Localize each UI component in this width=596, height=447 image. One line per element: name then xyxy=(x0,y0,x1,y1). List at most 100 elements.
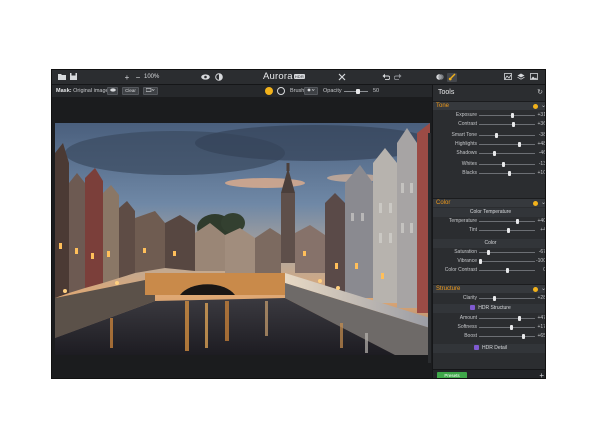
zoom-in-button[interactable]: + xyxy=(123,73,131,82)
undo-icon[interactable] xyxy=(381,73,390,82)
section-color-toggle[interactable] xyxy=(533,201,538,206)
presets-button[interactable]: Presets xyxy=(437,372,467,378)
slider-value[interactable]: +4 xyxy=(540,227,545,234)
slider-value[interactable]: -38 xyxy=(539,132,545,139)
slider-value[interactable]: -67 xyxy=(539,249,545,256)
slider-knob[interactable] xyxy=(511,122,515,127)
save-icon[interactable] xyxy=(69,73,78,82)
slider-track[interactable] xyxy=(479,261,535,262)
slider-knob[interactable] xyxy=(479,259,482,264)
clear-mask-button[interactable]: Clear xyxy=(122,87,139,95)
slider-value[interactable]: +65 xyxy=(538,333,545,340)
zoom-level[interactable]: 100% xyxy=(144,73,159,82)
layers-tool-icon[interactable] xyxy=(435,73,445,82)
slider-knob[interactable] xyxy=(509,325,513,330)
slider-knob[interactable] xyxy=(495,133,499,138)
hdr-structure-header[interactable]: HDR Structure xyxy=(433,304,545,313)
brush-paint-toggle[interactable] xyxy=(265,87,273,95)
slider-row[interactable]: Saturation -67 xyxy=(433,248,545,257)
slider-value[interactable]: +31 xyxy=(538,112,545,119)
add-tool-button[interactable]: + xyxy=(539,371,544,378)
image-canvas[interactable] xyxy=(52,97,432,378)
slider-row[interactable]: Tint +4 xyxy=(433,226,545,235)
slider-row[interactable]: Exposure +31 xyxy=(433,111,545,120)
section-color[interactable]: Color ⌄ xyxy=(433,198,545,208)
slider-value[interactable]: +47 xyxy=(538,315,545,322)
slider-row[interactable]: Smart Tone -38 xyxy=(433,131,545,140)
chevron-down-icon[interactable]: ⌄ xyxy=(541,102,545,111)
slider-knob[interactable] xyxy=(501,162,505,167)
slider-track[interactable] xyxy=(479,124,535,125)
slider-track[interactable] xyxy=(479,298,535,299)
zoom-out-button[interactable]: − xyxy=(134,73,142,82)
slider-row[interactable]: Shadows -46 xyxy=(433,149,545,158)
slider-value[interactable]: +10 xyxy=(538,170,545,177)
hdr-detail-header[interactable]: HDR Detail xyxy=(433,344,545,353)
slider-value[interactable]: +28 xyxy=(538,295,545,302)
slider-track[interactable] xyxy=(479,336,535,337)
opacity-slider-knob[interactable] xyxy=(356,89,360,94)
hdr-detail-toggle-icon[interactable] xyxy=(473,345,479,351)
slider-row[interactable]: Contrast +36 xyxy=(433,120,545,129)
slider-knob[interactable] xyxy=(508,171,512,176)
slider-track[interactable] xyxy=(479,153,535,154)
histogram-icon[interactable] xyxy=(503,73,512,82)
slider-knob[interactable] xyxy=(516,219,520,224)
slider-knob[interactable] xyxy=(505,268,509,273)
slider-row[interactable]: Highlights +48 xyxy=(433,140,545,149)
slider-track[interactable] xyxy=(479,135,535,136)
open-folder-icon[interactable] xyxy=(57,73,66,82)
slider-track[interactable] xyxy=(479,221,535,222)
slider-value[interactable]: -100 xyxy=(536,258,545,265)
slider-knob[interactable] xyxy=(492,296,496,301)
slider-row[interactable]: Blacks +10 xyxy=(433,169,545,178)
layers-stack-icon[interactable] xyxy=(516,73,525,82)
brush-settings-button[interactable] xyxy=(304,87,318,95)
slider-track[interactable] xyxy=(479,318,535,319)
slider-row[interactable]: Clarity +28 xyxy=(433,294,545,303)
slider-value[interactable]: -13 xyxy=(539,161,545,168)
slider-row[interactable]: Color Contrast 0 xyxy=(433,266,545,275)
slider-track[interactable] xyxy=(479,144,535,145)
canvas-scrollbar[interactable] xyxy=(428,133,431,363)
slider-knob[interactable] xyxy=(493,151,497,156)
section-tone-toggle[interactable] xyxy=(533,104,538,109)
mask-menu-button[interactable] xyxy=(143,87,158,95)
slider-value[interactable]: 0 xyxy=(543,267,545,274)
chevron-down-icon[interactable]: ⌄ xyxy=(541,285,545,294)
slider-knob[interactable] xyxy=(506,228,510,233)
slider-value[interactable]: +48 xyxy=(538,141,545,148)
slider-value[interactable]: -46 xyxy=(539,150,545,157)
slider-track[interactable] xyxy=(479,327,535,328)
photo-preview[interactable] xyxy=(55,123,430,355)
brush-erase-toggle[interactable] xyxy=(277,87,285,95)
slider-track[interactable] xyxy=(479,173,535,174)
section-structure-toggle[interactable] xyxy=(533,287,538,292)
slider-row[interactable]: Temperature +40 xyxy=(433,217,545,226)
hdr-structure-toggle-icon[interactable] xyxy=(470,305,476,311)
brush-tool-icon[interactable] xyxy=(447,73,457,82)
slider-value[interactable]: +36 xyxy=(538,121,545,128)
slider-row[interactable]: Vibrance -100 xyxy=(433,257,545,266)
chevron-down-icon[interactable]: ⌄ xyxy=(541,199,545,208)
slider-knob[interactable] xyxy=(518,142,522,147)
slider-knob[interactable] xyxy=(518,316,522,321)
section-structure[interactable]: Structure ⌄ xyxy=(433,284,545,294)
slider-row[interactable]: Amount +47 xyxy=(433,314,545,323)
slider-knob[interactable] xyxy=(510,113,514,118)
crop-tools-icon[interactable] xyxy=(337,73,347,82)
slider-track[interactable] xyxy=(479,164,535,165)
slider-knob[interactable] xyxy=(522,334,526,339)
slider-row[interactable]: Whites -13 xyxy=(433,160,545,169)
slider-value[interactable]: +40 xyxy=(538,218,545,225)
image-info-icon[interactable] xyxy=(529,73,538,82)
slider-row[interactable]: Softness +17 xyxy=(433,323,545,332)
slider-track[interactable] xyxy=(479,115,535,116)
slider-row[interactable]: Boost +65 xyxy=(433,332,545,341)
section-tone[interactable]: Tone ⌄ xyxy=(433,101,545,111)
redo-icon[interactable] xyxy=(393,73,402,82)
slider-value[interactable]: +17 xyxy=(538,324,545,331)
preview-eye-icon[interactable] xyxy=(200,73,210,82)
reset-icon[interactable]: ↻ xyxy=(537,88,543,97)
mask-eye-button[interactable] xyxy=(107,87,118,95)
